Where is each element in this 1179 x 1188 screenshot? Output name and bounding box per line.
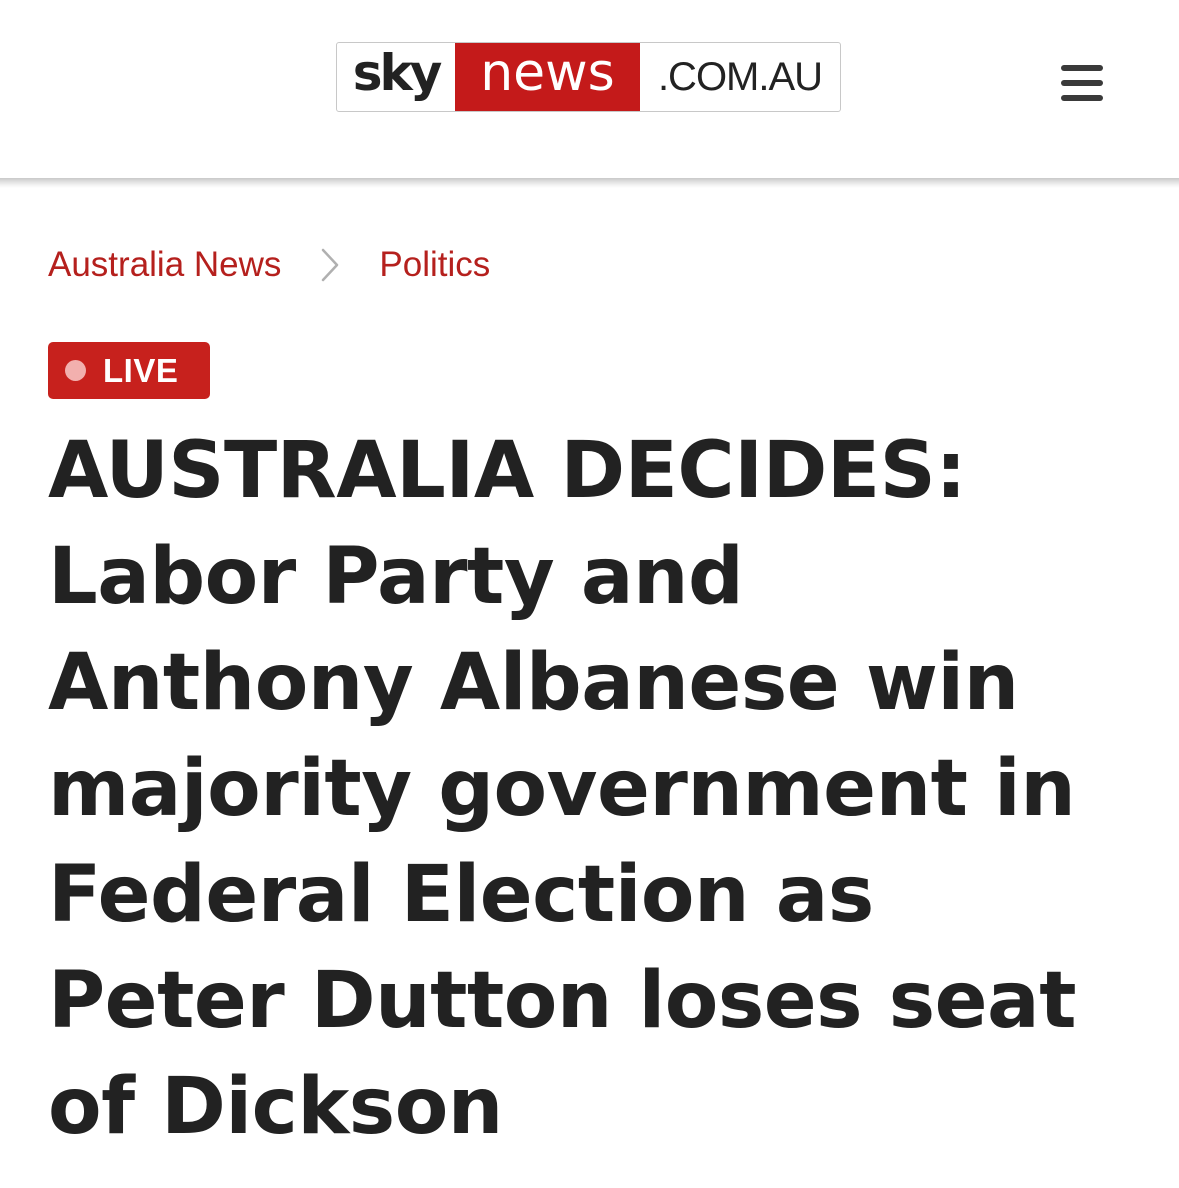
- headline-line: AUSTRALIA DECIDES:: [48, 426, 967, 516]
- live-badge: LIVE: [48, 342, 210, 399]
- menu-bar-top: [1061, 65, 1103, 71]
- breadcrumb-politics[interactable]: Politics: [379, 245, 490, 285]
- article-headline: AUSTRALIA DECIDES: Labor Party and Antho…: [48, 418, 1148, 1160]
- live-dot-icon: [65, 360, 86, 381]
- headline-line: Federal Election as: [48, 850, 874, 940]
- site-header: sky news .COM.AU: [0, 0, 1179, 178]
- logo-news-text: news: [455, 43, 640, 111]
- menu-bar-middle: [1061, 80, 1103, 86]
- logo-sky-text: sky: [352, 44, 443, 102]
- hamburger-menu-icon[interactable]: [1057, 62, 1107, 104]
- breadcrumb: Australia News Politics: [48, 244, 490, 286]
- headline-line: Labor Party and: [48, 532, 744, 622]
- menu-bar-bottom: [1061, 95, 1103, 101]
- sky-news-logo[interactable]: sky news .COM.AU: [336, 42, 841, 112]
- headline-line: of Dickson: [48, 1062, 503, 1152]
- breadcrumb-australia-news[interactable]: Australia News: [48, 245, 281, 285]
- header-divider: [0, 178, 1179, 188]
- live-badge-label: LIVE: [103, 351, 179, 389]
- headline-line: majority government in: [48, 744, 1076, 834]
- chevron-right-icon: [281, 248, 379, 282]
- headline-line: Anthony Albanese win: [48, 638, 1019, 728]
- logo-domain-text: .COM.AU: [657, 54, 823, 99]
- headline-line: Peter Dutton loses seat: [48, 956, 1076, 1046]
